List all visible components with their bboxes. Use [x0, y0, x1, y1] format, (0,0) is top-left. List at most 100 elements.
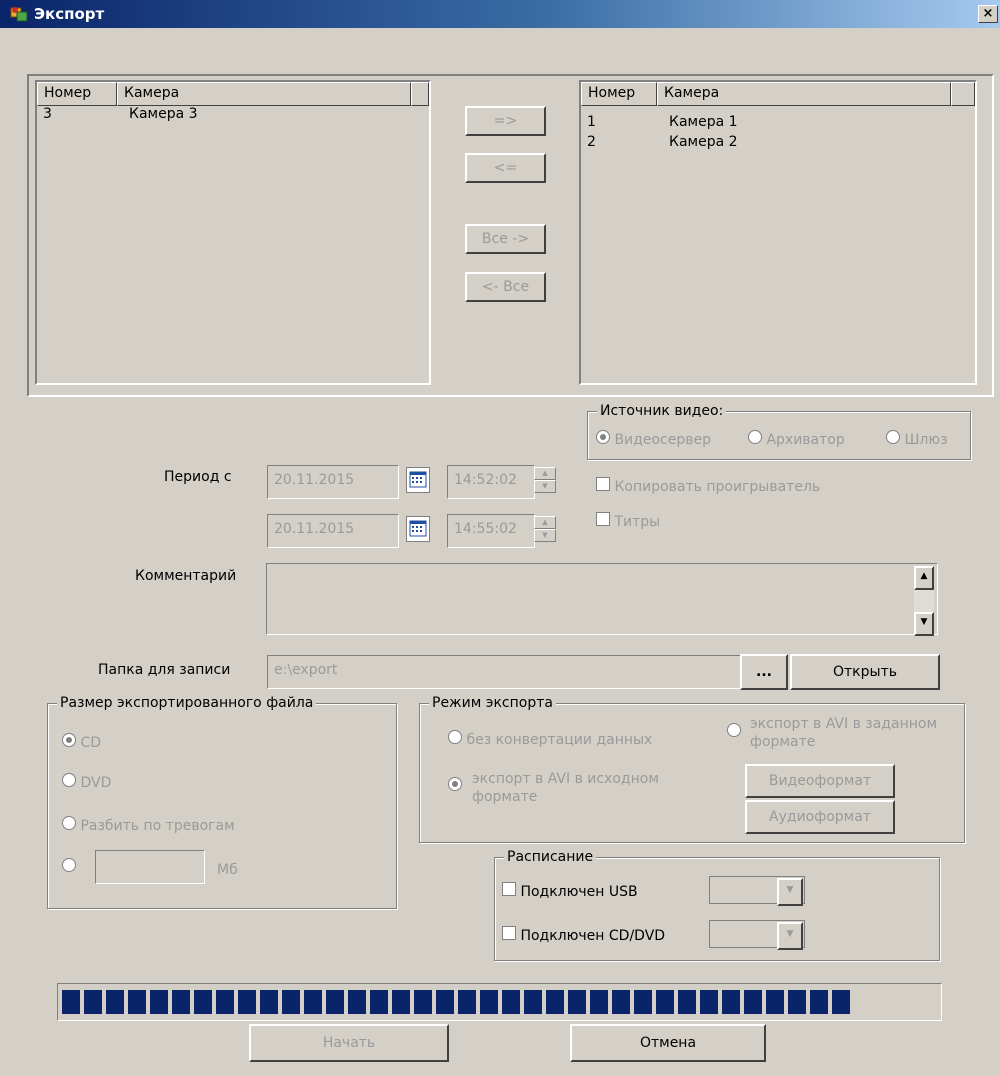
checkbox-box[interactable]	[596, 477, 610, 491]
radio-videoserver[interactable]: Видеосервер	[596, 430, 711, 448]
to-date-field[interactable]: 20.11.2015	[267, 514, 399, 548]
radio-gateway[interactable]: Шлюз	[886, 430, 948, 448]
calendar-icon[interactable]	[406, 467, 430, 493]
open-folder-button[interactable]: Открыть	[790, 654, 940, 690]
radio-dvd[interactable]: DVD	[62, 773, 111, 791]
copy-player-checkbox[interactable]: Копировать проигрыватель	[596, 477, 820, 495]
cancel-button[interactable]: Отмена	[570, 1024, 766, 1062]
progress-block	[766, 990, 784, 1014]
camera-name: Камера 2	[669, 134, 738, 150]
chevron-down-icon[interactable]: ▼	[777, 878, 803, 906]
radio-cd[interactable]: CD	[62, 733, 101, 751]
progress-block	[62, 990, 80, 1014]
camera-number: 2	[587, 134, 596, 150]
from-date-field[interactable]: 20.11.2015	[267, 465, 399, 499]
camera-name: Камера 3	[129, 106, 198, 122]
from-time-spinner[interactable]: ▲ ▼	[534, 467, 556, 493]
usb-dropdown[interactable]: ▼	[709, 876, 805, 906]
progress-block	[788, 990, 806, 1014]
radio-dot[interactable]	[596, 430, 610, 444]
list-item[interactable]: 3 Камера 3	[37, 106, 429, 126]
progress-block	[546, 990, 564, 1014]
start-button[interactable]: Начать	[249, 1024, 449, 1062]
progress-block	[700, 990, 718, 1014]
available-cameras-list[interactable]: Номер Камера 3 Камера 3	[35, 80, 431, 385]
progress-block	[810, 990, 828, 1014]
radio-archiver[interactable]: Архиватор	[748, 430, 845, 448]
chevron-down-icon[interactable]: ▼	[777, 922, 803, 950]
add-all-button[interactable]: Все ->	[465, 224, 546, 254]
radio-dot[interactable]	[62, 733, 76, 747]
progress-block	[150, 990, 168, 1014]
cddvd-checkbox[interactable]: Подключен CD/DVD	[502, 926, 665, 944]
progress-block	[216, 990, 234, 1014]
custom-size-field[interactable]	[95, 850, 205, 884]
progress-block	[480, 990, 498, 1014]
comment-textarea[interactable]	[266, 563, 938, 635]
radio-avi-custom[interactable]	[727, 723, 741, 741]
progress-block	[238, 990, 256, 1014]
radio-split-alarms[interactable]: Разбить по тревогам	[62, 816, 235, 834]
progress-fill	[58, 984, 941, 1020]
column-number[interactable]: Номер	[581, 82, 657, 106]
browse-button[interactable]: ...	[740, 654, 788, 690]
usb-checkbox[interactable]: Подключен USB	[502, 882, 638, 900]
column-number[interactable]: Номер	[37, 82, 117, 106]
radio-dot[interactable]	[748, 430, 762, 444]
progress-block	[326, 990, 344, 1014]
radio-dot[interactable]	[62, 816, 76, 830]
radio-dot[interactable]	[62, 858, 76, 872]
progress-block	[348, 990, 366, 1014]
period-label: Период с	[164, 469, 232, 485]
radio-avi-source[interactable]	[448, 777, 462, 795]
audio-format-button[interactable]: Аудиоформат	[745, 800, 895, 834]
to-time-spinner[interactable]: ▲ ▼	[534, 516, 556, 542]
add-camera-button[interactable]: =>	[465, 106, 546, 136]
radio-custom-size[interactable]	[62, 858, 76, 876]
from-time-field[interactable]: 14:52:02	[447, 465, 535, 499]
list-item[interactable]: 1 Камера 1	[581, 114, 975, 134]
radio-label: Видеосервер	[614, 432, 711, 448]
column-camera[interactable]: Камера	[117, 82, 411, 106]
video-source-title: Источник видео:	[597, 403, 727, 419]
cddvd-dropdown[interactable]: ▼	[709, 920, 805, 950]
window-title: Экспорт	[34, 5, 105, 23]
avi-custom-label: экспорт в AVI в заданном формате	[750, 716, 938, 750]
close-button[interactable]: ×	[978, 5, 998, 23]
video-format-button[interactable]: Видеоформат	[745, 764, 895, 798]
progress-block	[436, 990, 454, 1014]
scroll-up-icon[interactable]: ▲	[914, 566, 934, 590]
column-camera[interactable]: Камера	[657, 82, 951, 106]
column-filler	[411, 82, 429, 106]
title-bar	[0, 0, 1000, 28]
radio-label: DVD	[80, 775, 112, 791]
calendar-icon[interactable]	[406, 516, 430, 542]
camera-name: Камера 1	[669, 114, 738, 130]
comment-scrollbar[interactable]: ▲ ▼	[914, 566, 934, 636]
progress-block	[414, 990, 432, 1014]
scroll-down-icon[interactable]: ▼	[914, 612, 934, 636]
radio-no-convert[interactable]: без конвертации данных	[448, 730, 652, 748]
selected-cameras-list[interactable]: Номер Камера 1 Камера 1 2 Камера 2	[579, 80, 977, 385]
checkbox-box[interactable]	[502, 926, 516, 940]
checkbox-box[interactable]	[502, 882, 516, 896]
to-time-field[interactable]: 14:55:02	[447, 514, 535, 548]
radio-label: Разбить по тревогам	[80, 818, 235, 834]
radio-dot[interactable]	[62, 773, 76, 787]
progress-block	[260, 990, 278, 1014]
list-item[interactable]: 2 Камера 2	[581, 134, 975, 154]
remove-camera-button[interactable]: <=	[465, 153, 546, 183]
remove-all-button[interactable]: <- Все	[465, 272, 546, 302]
progress-block	[282, 990, 300, 1014]
checkbox-label: Копировать проигрыватель	[614, 479, 821, 495]
radio-dot[interactable]	[448, 777, 462, 791]
titles-checkbox[interactable]: Титры	[596, 512, 660, 530]
checkbox-box[interactable]	[596, 512, 610, 526]
folder-label: Папка для записи	[98, 662, 231, 678]
radio-dot[interactable]	[448, 730, 462, 744]
app-icon	[10, 6, 28, 22]
radio-dot[interactable]	[727, 723, 741, 737]
folder-path-field[interactable]: e:\export	[267, 655, 741, 689]
radio-dot[interactable]	[886, 430, 900, 444]
export-mode-title: Режим экспорта	[429, 695, 556, 711]
